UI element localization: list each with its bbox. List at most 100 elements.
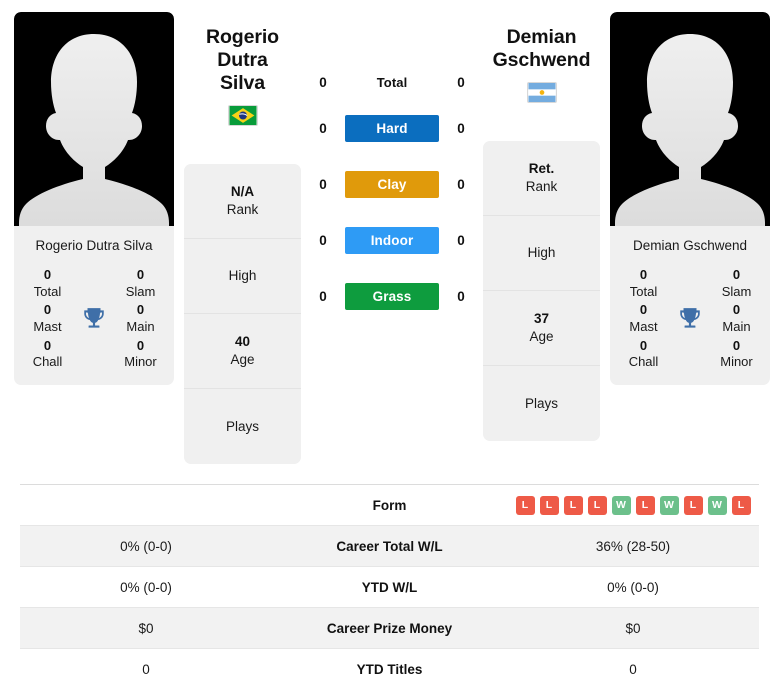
surface-indoor-badge[interactable]: Indoor	[345, 226, 439, 254]
info-age-label-right: Age	[529, 329, 554, 344]
stat-value-left: 0	[142, 661, 150, 677]
stat-label: Career Total W/L	[336, 538, 443, 554]
surface-indoor-left-value: 0	[319, 232, 327, 248]
surface-hard-right-value: 0	[457, 120, 465, 136]
form-loss-badge[interactable]: L	[635, 495, 655, 515]
info-age-value-left: 40	[234, 334, 251, 350]
titles-slam-value-left: 0	[136, 267, 145, 283]
table-row: Form L L L L W L W L W L	[20, 484, 759, 525]
titles-mast-label-left: Mast	[33, 319, 62, 335]
form-win-badge[interactable]: W	[659, 495, 679, 515]
titles-chall-label-right: Chall	[628, 354, 659, 370]
stat-value-right: 36% (28-50)	[595, 538, 671, 554]
surface-row-indoor: 0 Indoor 0	[301, 212, 483, 268]
stat-label: YTD W/L	[361, 579, 418, 595]
stat-label: Form	[372, 497, 407, 513]
player-info-box-left: N/A Rank High 40 Age Plays	[184, 164, 301, 464]
titles-main-right: 0 Main	[709, 302, 764, 335]
player-info-box-right: Ret. Rank High 37 Age Plays	[483, 141, 600, 441]
titles-chall-value-right: 0	[639, 337, 648, 353]
form-loss-badge[interactable]: L	[587, 495, 607, 515]
form-badges-right: LLLLWLWLWL	[507, 495, 759, 515]
surface-hard-badge[interactable]: Hard	[345, 114, 439, 142]
trophy-icon	[680, 308, 700, 328]
player-name-right-line2: Gschwend	[492, 49, 591, 71]
trophy-icon-wrap-right	[671, 306, 709, 332]
surface-row-hard: 0 Hard 0	[301, 100, 483, 156]
table-row: 0 YTD Titles 0	[20, 648, 759, 689]
titles-main-label-right: Main	[722, 319, 751, 335]
titles-minor-right: 0 Minor	[709, 338, 764, 371]
surface-indoor-right-value: 0	[457, 232, 465, 248]
info-high-right: High	[483, 216, 600, 291]
surface-grass-right-value: 0	[457, 288, 465, 304]
info-rank-label-left: Rank	[226, 202, 259, 217]
titles-main-left: 0 Main	[113, 302, 168, 335]
stat-value-right: $0	[625, 620, 641, 636]
player-flag-wrap-left	[184, 105, 301, 127]
form-loss-badge[interactable]: L	[563, 495, 583, 515]
form-win-badge[interactable]: W	[707, 495, 727, 515]
stat-value-right: 0	[629, 661, 637, 677]
player-info-left: Rogerio Dutra Silva N/A Rank High 40 Age…	[184, 12, 301, 464]
titles-chall-label-left: Chall	[32, 354, 63, 370]
form-win-badge[interactable]: W	[611, 495, 631, 515]
info-plays-label-left: Plays	[225, 418, 259, 434]
surface-clay-badge[interactable]: Clay	[345, 170, 439, 198]
surface-grass-badge[interactable]: Grass	[345, 282, 439, 310]
form-loss-badge[interactable]: L	[515, 495, 535, 515]
form-loss-badge[interactable]: L	[539, 495, 559, 515]
titles-main-value-left: 0	[136, 302, 145, 318]
player-name-right-line1: Demian	[506, 26, 577, 48]
titles-slam-value-right: 0	[732, 267, 741, 283]
titles-chall-value-left: 0	[43, 337, 52, 353]
player-photo-caption-left: Rogerio Dutra Silva	[35, 238, 153, 253]
surface-comparison: 0 Total 0 0 Hard 0 0 Clay 0 0 Indoor 0 0	[301, 12, 483, 324]
titles-total-label-right: Total	[629, 283, 658, 299]
trophy-icon	[84, 308, 104, 328]
titles-total-value-right: 0	[639, 267, 648, 283]
player-name-right: Demian Gschwend	[483, 26, 600, 72]
surface-clay-left-value: 0	[319, 176, 327, 192]
player-photo-left	[14, 12, 174, 226]
info-high-label-right: High	[527, 245, 556, 261]
stat-value-left: 0% (0-0)	[120, 538, 172, 554]
info-plays-right: Plays	[483, 366, 600, 441]
info-high-left: High	[184, 239, 301, 314]
titles-total-right: 0 Total	[616, 267, 671, 300]
titles-minor-label-left: Minor	[124, 354, 157, 370]
titles-mast-value-left: 0	[43, 302, 52, 318]
info-rank-label-right: Rank	[525, 179, 558, 194]
form-loss-badge[interactable]: L	[683, 495, 703, 515]
player-card-right[interactable]: Demian Gschwend 0 Total 0 Slam 0 Mast 0 …	[610, 12, 770, 385]
player-comparison-page: Rogerio Dutra Silva 0 Total 0 Slam 0 Mas…	[0, 0, 779, 699]
info-high-label-left: High	[228, 268, 257, 284]
stats-comparison-table: Form L L L L W L W L W L 0% (0-0) Career Total W/L 36…	[20, 484, 759, 689]
argentina-flag-icon	[526, 82, 557, 103]
info-rank-value-left: N/A	[230, 184, 255, 200]
comparison-header: Rogerio Dutra Silva 0 Total 0 Slam 0 Mas…	[0, 0, 779, 468]
table-row: $0 Career Prize Money $0	[20, 607, 759, 648]
brazil-flag-icon	[227, 105, 258, 126]
titles-minor-value-right: 0	[732, 337, 741, 353]
titles-mast-label-right: Mast	[629, 319, 658, 335]
trophy-icon-wrap-left	[75, 306, 113, 332]
info-rank-right: Ret. Rank	[483, 141, 600, 216]
surface-hard-left-value: 0	[319, 120, 327, 136]
player-card-left[interactable]: Rogerio Dutra Silva 0 Total 0 Slam 0 Mas…	[14, 12, 174, 385]
table-row: 0% (0-0) YTD W/L 0% (0-0)	[20, 566, 759, 607]
titles-total-label-left: Total	[33, 283, 62, 299]
person-silhouette-icon	[615, 34, 765, 226]
surface-row-total: 0 Total 0	[301, 64, 483, 100]
surface-row-clay: 0 Clay 0	[301, 156, 483, 212]
info-age-value-right: 37	[533, 311, 550, 327]
titles-minor-label-right: Minor	[720, 354, 753, 370]
stat-value-right: LLLLWLWLWL	[507, 495, 759, 515]
form-loss-badge[interactable]: L	[731, 495, 751, 515]
surface-clay-right-value: 0	[457, 176, 465, 192]
titles-total-left: 0 Total	[20, 267, 75, 300]
info-rank-left: N/A Rank	[184, 164, 301, 239]
player-flag-wrap-right	[483, 82, 600, 104]
info-plays-label-right: Plays	[524, 395, 558, 411]
titles-grid-right: 0 Total 0 Slam 0 Mast 0 Main 0 Chall 0 M…	[610, 267, 770, 385]
